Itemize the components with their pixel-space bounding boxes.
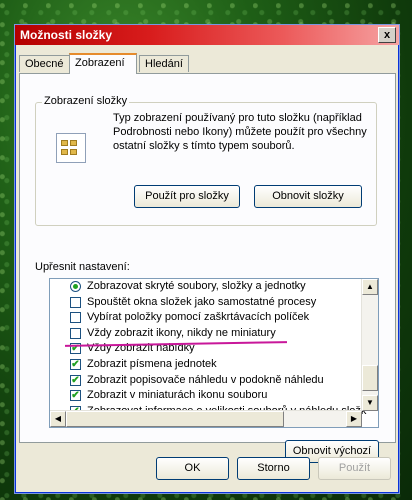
checkbox-checked[interactable]: ✔: [70, 390, 81, 402]
radio-selected[interactable]: [70, 281, 81, 292]
apply-to-folders-button[interactable]: Použít pro složky: [134, 185, 240, 208]
scroll-right-button[interactable]: ▶: [346, 411, 362, 427]
tab-general[interactable]: Obecné: [19, 55, 71, 72]
advanced-setting-label: Spouštět okna složek jako samostatné pro…: [87, 295, 317, 308]
folder-options-dialog: Možnosti složky x Obecné Zobrazení Hledá…: [14, 24, 400, 494]
scroll-up-button[interactable]: ▲: [362, 279, 378, 295]
advanced-setting-label: Zobrazit písmena jednotek: [87, 358, 217, 370]
folder-views-legend: Zobrazení složky: [42, 95, 130, 107]
cancel-button[interactable]: Storno: [237, 457, 310, 480]
checkbox-unchecked[interactable]: [70, 312, 81, 324]
scroll-thumb[interactable]: [362, 365, 378, 391]
advanced-settings-list[interactable]: Zobrazovat skryté soubory, složky a jedn…: [49, 278, 379, 428]
title-bar: Možnosti složky x: [15, 25, 399, 45]
checkbox-checked[interactable]: ✔: [70, 374, 81, 386]
view-tab-panel: Zobrazení složky Typ zobrazení používaný…: [19, 73, 396, 463]
dialog-title: Možnosti složky: [20, 28, 113, 42]
advanced-setting-label: Zobrazit popisovače náhledu v podokně ná…: [87, 373, 324, 386]
scroll-left-button[interactable]: ◀: [50, 411, 66, 427]
scroll-down-button[interactable]: ▼: [362, 395, 378, 411]
advanced-setting-label: Vybírat položky pomocí zaškrtávacích pol…: [87, 311, 310, 324]
advanced-setting-label: Zobrazovat skryté soubory, složky a jedn…: [87, 280, 306, 292]
advanced-setting-label: Zobrazit v miniaturách ikonu souboru: [87, 389, 268, 402]
tab-view[interactable]: Zobrazení: [69, 53, 137, 74]
checkbox-unchecked[interactable]: [70, 327, 81, 339]
ok-button[interactable]: OK: [156, 457, 229, 480]
folder-views-description: Typ zobrazení používaný pro tuto složku …: [113, 112, 367, 152]
tab-search[interactable]: Hledání: [139, 55, 189, 72]
folder-views-icon: [56, 133, 86, 163]
vertical-scrollbar[interactable]: ▲ ▼: [361, 279, 378, 411]
h-scroll-thumb[interactable]: [66, 411, 284, 427]
folder-views-group: Zobrazení složky Typ zobrazení používaný…: [35, 95, 377, 226]
checkbox-checked[interactable]: ✔: [70, 359, 81, 370]
checkbox-unchecked[interactable]: [70, 296, 81, 308]
close-button[interactable]: x: [378, 27, 396, 43]
reset-folders-button[interactable]: Obnovit složky: [254, 185, 362, 208]
advanced-settings-label: Upřesnit nastavení:: [35, 261, 130, 273]
apply-button[interactable]: Použít: [318, 457, 391, 480]
horizontal-scrollbar[interactable]: ◀ ▶: [50, 410, 362, 427]
advanced-setting-label: Vždy zobrazit ikony, nikdy ne miniatury: [87, 326, 276, 339]
